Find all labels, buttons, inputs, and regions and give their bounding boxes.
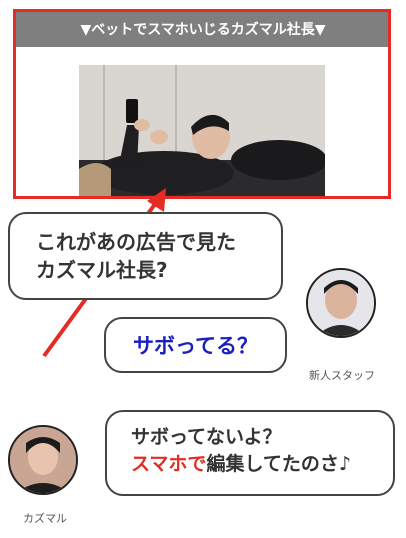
speaker-name-staff: 新人スタッフ [309,369,375,382]
bubble-line-2-rest: 編集してたのさ♪ [206,453,351,475]
bubble-line-2: カズマル社長? [36,258,168,282]
bubble-line-2: スマホで編集してたのさ♪ [131,451,393,478]
speech-bubble-question: これがあの広告で見た カズマル社長? [8,212,283,300]
highlight-text: スマホで [131,453,207,475]
avatar-new-staff [306,268,376,338]
bubble-line-1: これがあの広告で見た [36,230,236,254]
speech-bubble-slacking: サボってる？ [104,317,287,373]
bubble-text: サボってる？ [133,334,258,358]
speech-bubble-reply: サボってないよ？ スマホで編集してたのさ♪ [105,410,395,496]
person-icon [10,427,76,493]
avatar-kazumaru [8,425,78,495]
speaker-name-kazumaru: カズマル [23,512,67,525]
bubble-line-1: サボってないよ？ [131,426,282,448]
person-icon [308,270,374,336]
